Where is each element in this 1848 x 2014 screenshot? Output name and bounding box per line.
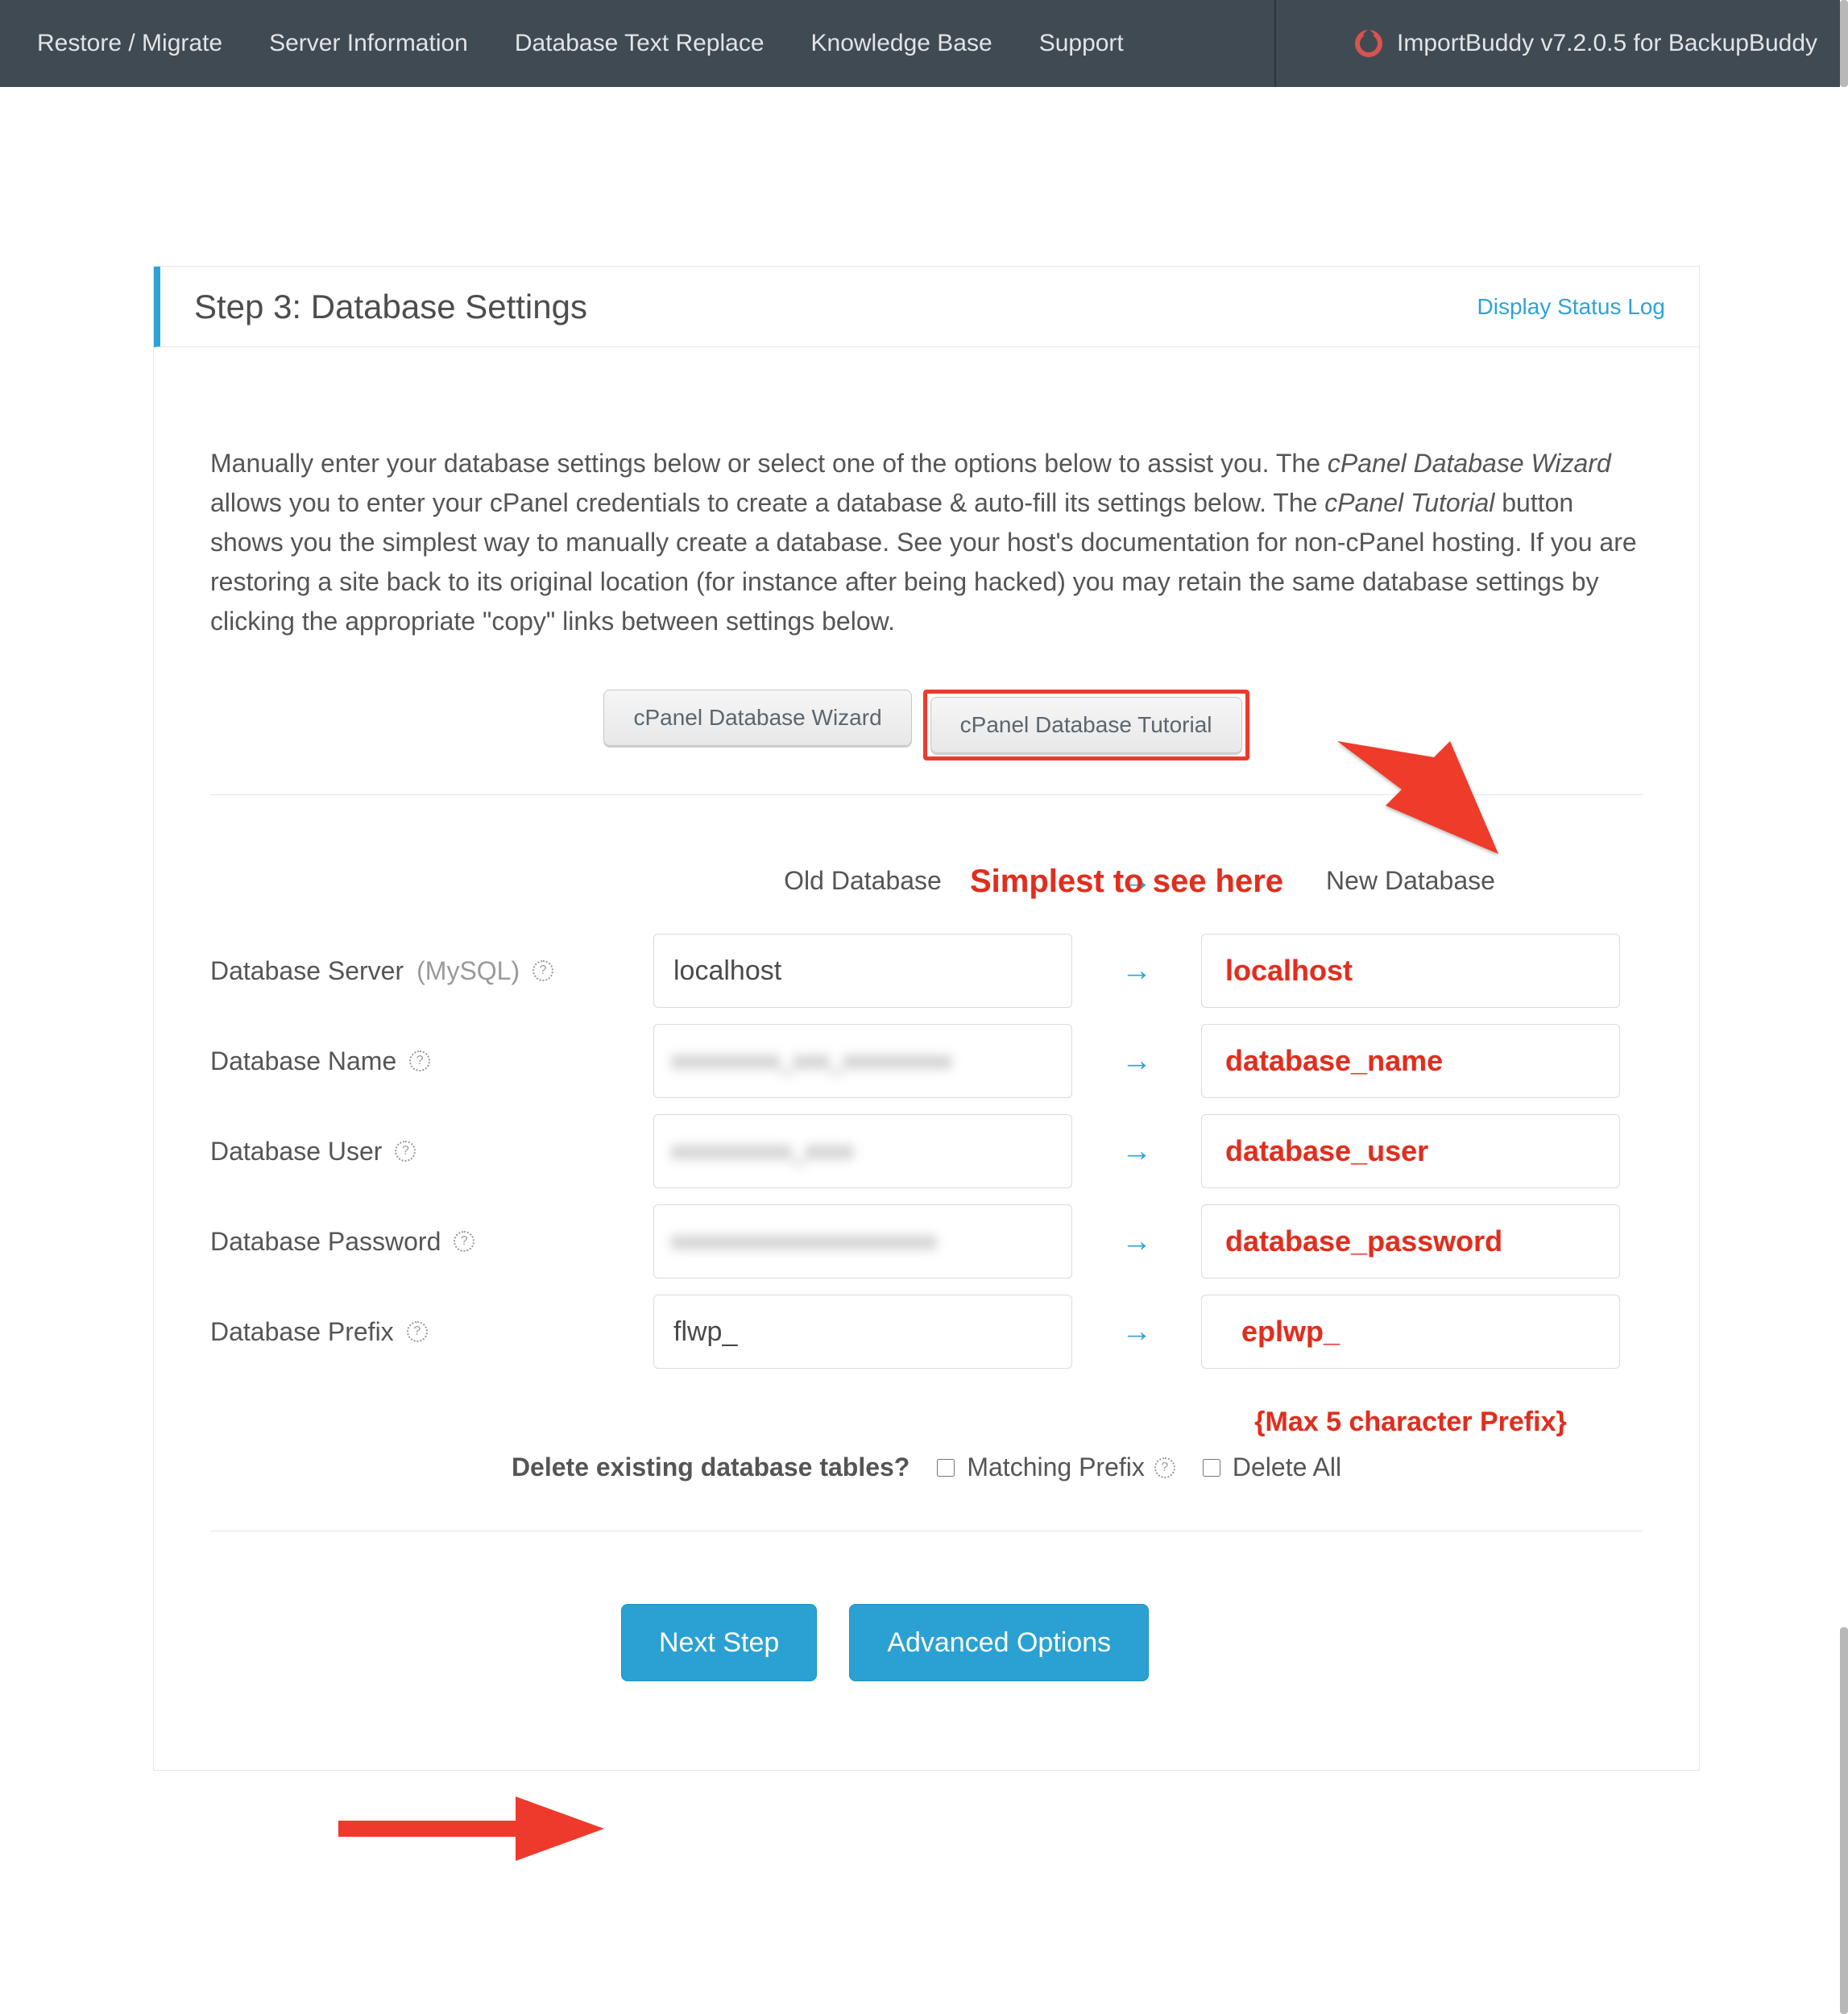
cpanel-database-tutorial-button[interactable]: cPanel Database Tutorial	[930, 697, 1242, 753]
intro-text: allows you to enter your cPanel credenti…	[210, 488, 1324, 517]
scrollbar-thumb[interactable]	[1840, 0, 1848, 87]
nav-support[interactable]: Support	[1039, 30, 1124, 57]
old-db-prefix-input[interactable]	[653, 1295, 1072, 1369]
intro-paragraph: Manually enter your database settings be…	[154, 347, 1699, 665]
arrow-icon: →	[1088, 864, 1185, 898]
new-db-server-input[interactable]	[1201, 934, 1620, 1008]
intro-text: Manually enter your database settings be…	[210, 449, 1328, 478]
label-db-server: Database Server	[210, 956, 404, 986]
new-db-user-input[interactable]	[1201, 1114, 1620, 1188]
label-db-name: Database Name	[210, 1046, 396, 1076]
wizard-button-row: cPanel Database Wizard cPanel Database T…	[154, 690, 1699, 754]
annotation-highlight-box: cPanel Database Tutorial	[923, 690, 1249, 760]
label-mysql: (MySQL)	[416, 956, 520, 986]
brand-label: ImportBuddy v7.2.0.5 for BackupBuddy	[1355, 0, 1817, 87]
old-db-server-input[interactable]	[653, 934, 1072, 1008]
delete-existing-row: Delete existing database tables? Matchin…	[210, 1452, 1643, 1482]
importbuddy-icon	[1349, 24, 1388, 63]
old-db-name-input[interactable]	[653, 1024, 1072, 1098]
matching-prefix-checkbox[interactable]	[937, 1459, 955, 1477]
page-title: Step 3: Database Settings	[194, 288, 587, 326]
card-header: Step 3: Database Settings Display Status…	[154, 267, 1699, 347]
scrollbar-thumb[interactable]	[1840, 1627, 1848, 2014]
nav-server-info[interactable]: Server Information	[269, 30, 468, 57]
help-icon[interactable]: ?	[454, 1231, 474, 1252]
nav-separator	[1274, 0, 1276, 87]
divider	[210, 794, 1643, 795]
display-status-log-link[interactable]: Display Status Log	[1477, 294, 1665, 320]
nav-text-replace[interactable]: Database Text Replace	[515, 30, 764, 57]
database-settings-grid: Old Database → New Database Database Ser…	[210, 835, 1643, 1467]
label-db-prefix: Database Prefix	[210, 1317, 394, 1347]
intro-em-wizard: cPanel Database Wizard	[1328, 449, 1611, 478]
old-database-header: Old Database	[653, 866, 1072, 896]
top-nav: Restore / Migrate Server Information Dat…	[0, 0, 1840, 87]
copy-arrow[interactable]: →	[1088, 1134, 1185, 1169]
cpanel-database-wizard-button[interactable]: cPanel Database Wizard	[603, 690, 911, 746]
label-db-password: Database Password	[210, 1227, 441, 1257]
footer-buttons: Next Step Advanced Options	[210, 1604, 1643, 1681]
new-db-prefix-input[interactable]	[1201, 1295, 1620, 1369]
label-db-user: Database User	[210, 1137, 382, 1167]
nav-knowledge-base[interactable]: Knowledge Base	[811, 30, 992, 57]
copy-arrow[interactable]: →	[1088, 1044, 1185, 1079]
delete-all-checkbox[interactable]	[1203, 1459, 1220, 1477]
annotation-arrow-icon	[338, 1788, 604, 1869]
help-icon[interactable]: ?	[532, 960, 553, 981]
settings-card: Step 3: Database Settings Display Status…	[153, 266, 1700, 1771]
old-db-password-input[interactable]	[653, 1204, 1072, 1278]
new-db-name-input[interactable]	[1201, 1024, 1620, 1098]
annotation-prefix-note: {Max 5 character Prefix}	[1201, 1407, 1620, 1438]
copy-arrow[interactable]: →	[1088, 1315, 1185, 1349]
help-icon[interactable]: ?	[1154, 1457, 1175, 1478]
next-step-button[interactable]: Next Step	[621, 1604, 817, 1681]
nav-restore-migrate[interactable]: Restore / Migrate	[37, 30, 222, 57]
scrollbar[interactable]	[1840, 0, 1848, 2014]
new-database-header: New Database	[1201, 866, 1620, 896]
matching-prefix-label: Matching Prefix	[967, 1452, 1145, 1482]
advanced-options-button[interactable]: Advanced Options	[849, 1604, 1149, 1681]
delete-question: Delete existing database tables?	[512, 1452, 909, 1482]
new-db-password-input[interactable]	[1201, 1204, 1620, 1278]
old-db-user-input[interactable]	[653, 1114, 1072, 1188]
intro-em-tutorial: cPanel Tutorial	[1324, 488, 1494, 517]
help-icon[interactable]: ?	[409, 1051, 430, 1071]
brand-text: ImportBuddy v7.2.0.5 for BackupBuddy	[1397, 30, 1817, 57]
copy-arrow[interactable]: →	[1088, 954, 1185, 988]
delete-all-option[interactable]: Delete All	[1200, 1452, 1341, 1482]
copy-arrow[interactable]: →	[1088, 1225, 1185, 1259]
help-icon[interactable]: ?	[395, 1141, 416, 1162]
matching-prefix-option[interactable]: Matching Prefix ?	[934, 1452, 1175, 1482]
help-icon[interactable]: ?	[407, 1321, 428, 1342]
delete-all-label: Delete All	[1233, 1452, 1341, 1482]
